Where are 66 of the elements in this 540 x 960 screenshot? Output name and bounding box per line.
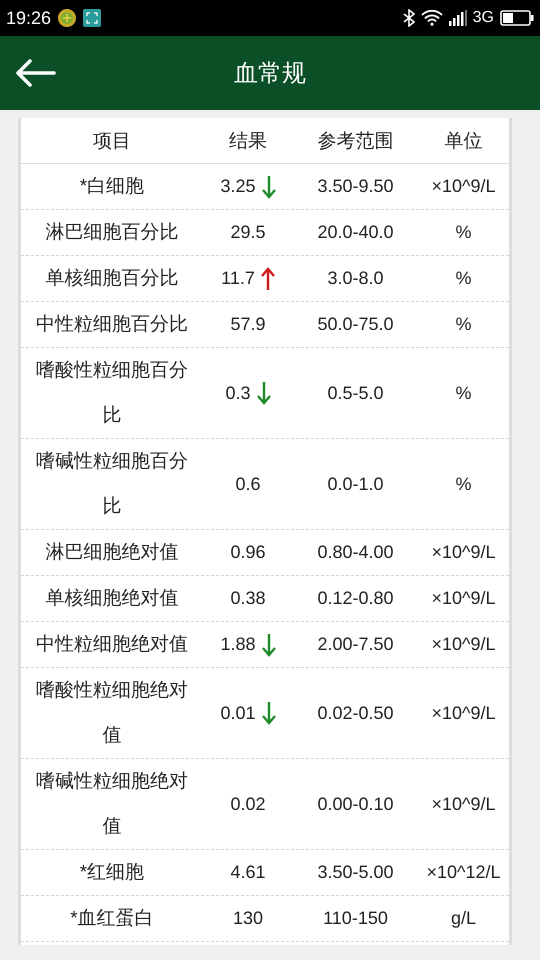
result-value: 0.38 [230, 588, 266, 609]
reference-range: 3.50-9.50 [317, 176, 394, 197]
reference-range: 3.0-8.0 [327, 268, 384, 289]
unit: ×10^12/L [426, 862, 500, 883]
test-name: 淋巴细胞绝对值 [46, 541, 178, 565]
unit: ×10^9/L [431, 588, 496, 609]
test-name: 淋巴细胞百分比 [46, 221, 178, 245]
page-title: 血常规 [234, 59, 306, 89]
reference-range: 0.0-1.0 [327, 474, 384, 494]
coin-icon [57, 8, 78, 28]
network-type: 3G [472, 9, 494, 27]
column-header: 结果 [229, 130, 267, 154]
test-name: 单核细胞百分比 [46, 267, 178, 291]
test-name: 嗜酸性粒细胞绝对值 [35, 679, 189, 748]
result-value: 0.6 [235, 474, 261, 494]
test-name: 中性粒细胞绝对值 [36, 633, 188, 657]
unit: ×10^9/L [431, 176, 496, 197]
status-time: 19:26 [6, 8, 52, 28]
unit: ×10^9/L [431, 634, 496, 655]
reference-range: 2.00-7.50 [317, 634, 394, 655]
result-value: 57.9 [230, 314, 266, 335]
reference-range: 20.0-40.0 [317, 222, 394, 243]
reference-range: 0.80-4.00 [317, 542, 394, 563]
result-value: 0.02 [230, 794, 266, 814]
unit: % [455, 314, 472, 335]
test-name: 嗜酸性粒细胞百分比 [35, 359, 189, 428]
scan-icon [83, 9, 102, 27]
result-value: 0.3 [225, 382, 251, 404]
signal-icon [448, 10, 467, 26]
unit: % [455, 474, 472, 494]
column-header: 参考范围 [318, 130, 394, 154]
test-name: 中性粒细胞百分比 [36, 313, 188, 337]
result-value: 130 [232, 908, 264, 929]
reference-range: 0.5-5.0 [327, 382, 384, 404]
reference-range: 0.02-0.50 [317, 702, 394, 724]
test-name: 嗜碱性粒细胞百分比 [35, 450, 189, 519]
unit: ×10^9/L [431, 702, 496, 724]
reference-range: 110-150 [323, 908, 388, 929]
result-value: 29.5 [230, 222, 266, 243]
reference-range: 0.00-0.10 [317, 794, 394, 814]
column-header: 单位 [444, 130, 482, 154]
test-name: 嗜碱性粒细胞绝对值 [35, 770, 189, 839]
result-value: 11.7 [221, 268, 255, 289]
unit: ×10^9/L [431, 794, 496, 814]
reference-range: 0.12-0.80 [317, 588, 394, 609]
bluetooth-icon [402, 9, 415, 27]
reference-range: 3.50-5.00 [317, 862, 394, 883]
wifi-icon [420, 10, 443, 26]
unit: % [455, 268, 472, 289]
unit: % [455, 222, 472, 243]
result-value: 1.88 [220, 634, 256, 655]
result-value: 0.96 [230, 542, 266, 563]
unit: ×10^9/L [431, 542, 496, 563]
test-name: *白细胞 [80, 175, 144, 199]
result-value: 4.61 [230, 862, 266, 883]
back-arrow-icon [14, 58, 56, 88]
column-header: 项目 [93, 130, 131, 154]
test-name: 单核细胞绝对值 [46, 587, 178, 611]
result-value: 3.25 [220, 176, 256, 197]
battery-icon [500, 10, 534, 26]
unit: % [455, 382, 472, 404]
result-value: 0.01 [220, 702, 256, 724]
test-name: *血红蛋白 [70, 907, 154, 931]
reference-range: 50.0-75.0 [317, 314, 394, 335]
test-name: *红细胞 [80, 861, 144, 885]
unit: g/L [450, 908, 476, 929]
